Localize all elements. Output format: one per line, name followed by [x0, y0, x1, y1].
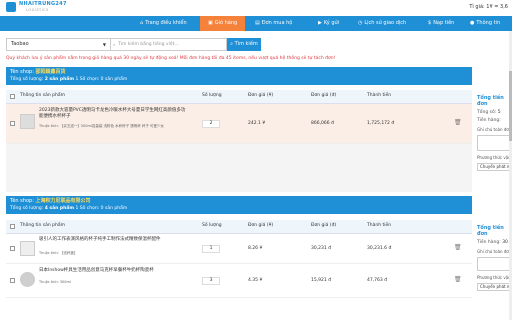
product-thumbnail — [20, 114, 35, 129]
nav-orders[interactable]: ▤ Đơn mua hộ — [255, 16, 292, 31]
nav-consign[interactable]: ▶ Ký gửi — [318, 16, 339, 31]
wallet-icon: $ — [428, 20, 432, 26]
table-header: Thông tin sản phẩm Số lượng Đơn giá (¥) … — [6, 90, 472, 104]
table-row: 日本Inshow杯具生活用品创意马克杯早餐杯牛奶杯陶瓷杯 Thuộc tính:… — [6, 264, 472, 298]
orders-icon: ▤ — [255, 20, 260, 26]
product-thumbnail — [20, 272, 35, 287]
unit-price-cny: 242.1 ¥ — [248, 121, 266, 126]
line-total: 1,725,172 đ — [367, 121, 395, 126]
search-input[interactable]: ⌕ Tìm kiếm bằng tiếng việt... — [111, 38, 227, 51]
table-header: Thông tin sản phẩm Số lượng Đơn giá (¥) … — [6, 220, 472, 234]
nav-history[interactable]: ◷ Lịch sử giao dịch — [358, 16, 406, 31]
cart-icon: ▣ — [208, 20, 213, 26]
history-icon: ◷ — [358, 20, 363, 26]
truck-icon: ▶ — [318, 20, 322, 26]
quantity-input[interactable]: 3 — [202, 277, 220, 285]
quantity-input[interactable]: 1 — [202, 245, 220, 253]
table-row: 2023新款大容量PVC透明马卡龙色冷暖水杯大号夏日学生网红高颜值多功能便携水杯… — [6, 104, 472, 144]
search-icon: ⌕ — [113, 42, 116, 47]
product-title[interactable]: 日本Inshow杯具生活用品创意马克杯早餐杯牛奶杯陶瓷杯 — [39, 268, 189, 274]
shipping-method-select[interactable]: Chuyển phát nhanh — [477, 163, 512, 171]
shop-name: 邵阳颖鑫百货 — [35, 69, 66, 75]
table-row: 吸引人的工作表演风格的杯子纯手工制作法式精致保温杯配件 Thuộc tính: … — [6, 234, 472, 264]
search-button[interactable]: ⌕ Tìm kiếm — [227, 38, 261, 51]
search-bar: Taobao ▼ ⌕ Tìm kiếm bằng tiếng việt... ⌕ T… — [6, 38, 261, 51]
order-note-field[interactable] — [477, 135, 512, 151]
order-summary: Tổng tiền đơn Tổng số: 5 Tiền hàng: Ghi … — [477, 95, 512, 171]
nav-dashboard[interactable]: ⌂ Trang điều khiển — [140, 16, 187, 31]
shipping-method-select[interactable]: Chuyển phát nhanh — [477, 283, 512, 291]
row-checkbox[interactable] — [10, 121, 15, 126]
row-checkbox[interactable] — [10, 278, 15, 283]
nav-account[interactable]: ● Thông tin — [470, 16, 500, 31]
trash-icon[interactable]: 🗑 — [454, 276, 462, 283]
shop-name: 上海积力尼联品有限公司 — [35, 198, 91, 204]
home-icon: ⌂ — [140, 20, 144, 26]
shop-header: Tên shop: 上海积力尼联品有限公司 Tổng số lượng: 4 s… — [6, 196, 472, 214]
product-attributes: Thuộc tính: 300ml — [39, 280, 71, 284]
unit-price-vnd: 866,066 đ — [311, 121, 334, 126]
chevron-down-icon: ▼ — [102, 42, 106, 47]
row-checkbox[interactable] — [10, 246, 15, 251]
brand-tagline: LOGISTICS — [26, 8, 49, 12]
product-attributes: Thuộc tính: 【送杯盖】 — [39, 251, 78, 255]
shop-spacer — [6, 144, 472, 192]
brand-name: NHAITRUNG247 — [19, 1, 67, 7]
exchange-rate: Tỉ giá: 1¥ = 3,6 — [469, 4, 508, 10]
unit-price-vnd: 15,921 đ — [311, 278, 332, 283]
unit-price-cny: 4.35 ¥ — [248, 278, 263, 283]
nav-deposit[interactable]: $ Nạp tiền — [428, 16, 454, 31]
brand-logo-icon — [6, 2, 16, 12]
order-note-field[interactable] — [477, 257, 512, 271]
product-attributes: Thuộc tính: 【买五送一】500ml容量装 浅粉色 水杯杯子 透明杯 … — [39, 124, 164, 128]
order-summary: Tổng tiền đơn Tiền hàng: 30 Ghi chú toàn… — [477, 225, 512, 291]
site-select[interactable]: Taobao ▼ — [6, 38, 111, 51]
product-title[interactable]: 吸引人的工作表演风格的杯子纯手工制作法式精致保温杯配件 — [39, 237, 189, 243]
product-thumbnail — [20, 241, 35, 256]
quantity-input[interactable]: 2 — [202, 120, 220, 128]
nav-cart[interactable]: ▣ Giỏ hàng — [200, 16, 246, 31]
line-total: 30,231.6 đ — [367, 246, 392, 251]
line-total: 47,763 đ — [367, 278, 388, 283]
user-icon: ● — [470, 20, 475, 26]
main-nav: ⌂ Trang điều khiển ▣ Giỏ hàng ▤ Đơn mua hộ … — [0, 16, 512, 31]
shop-header: Tên shop: 邵阳颖鑫百货 Tổng số lượng: 2 sản ph… — [6, 67, 472, 85]
unit-price-vnd: 30,231 đ — [311, 246, 332, 251]
cart-notice: Quý khách lưu ý sản phẩm nằm trong giỏ h… — [6, 56, 336, 61]
product-title[interactable]: 2023新款大容量PVC透明马卡龙色冷暖水杯大号夏日学生网红高颜值多功能便携水杯… — [39, 108, 189, 120]
unit-price-cny: 8.26 ¥ — [248, 246, 263, 251]
top-bar: NHAITRUNG247 LOGISTICS Tỉ giá: 1¥ = 3,6 — [0, 0, 512, 16]
select-all-checkbox[interactable] — [10, 224, 15, 229]
select-all-checkbox[interactable] — [10, 94, 15, 99]
trash-icon[interactable]: 🗑 — [454, 244, 462, 251]
trash-icon[interactable]: 🗑 — [454, 119, 462, 126]
